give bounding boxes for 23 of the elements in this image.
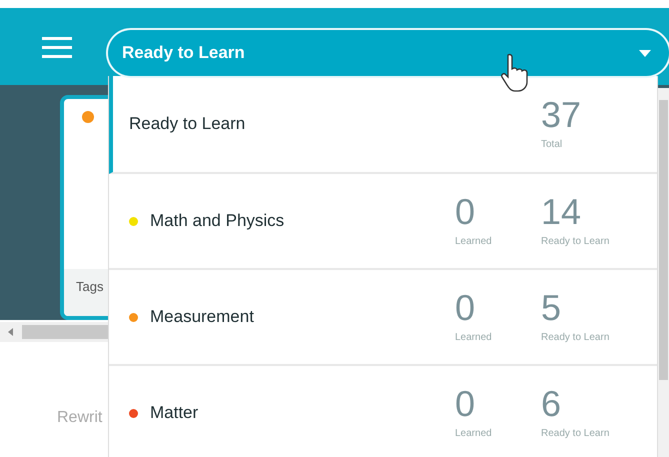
scroll-left-icon[interactable] [8,328,14,336]
category-label: Math and Physics [150,210,284,232]
stat-value: 0 [455,194,476,230]
stat-label: Ready to Learn [541,234,610,248]
stat-label: Ready to Learn [541,426,610,440]
stat-value: 5 [541,290,562,326]
caret-icon [639,50,651,56]
stat-label: Learned [455,330,492,344]
hint-text: Rewrit [57,409,102,426]
category-label: Ready to Learn [129,113,246,136]
stat-label: Ready to Learn [541,330,610,344]
stat-value: 0 [455,290,476,326]
category-label: Measurement [150,306,254,328]
stat-value: 14 [541,194,582,230]
menu-icon[interactable] [42,36,72,59]
stat-value: 0 [455,386,476,422]
stat-label: Learned [455,234,492,248]
stat-label: Total [541,138,562,152]
category-label: Matter [150,402,198,424]
stat-value: 6 [541,386,562,422]
stat-label: Learned [455,426,492,440]
scrollbar-thumb[interactable] [659,100,668,380]
stat-value: 37 [541,96,582,132]
